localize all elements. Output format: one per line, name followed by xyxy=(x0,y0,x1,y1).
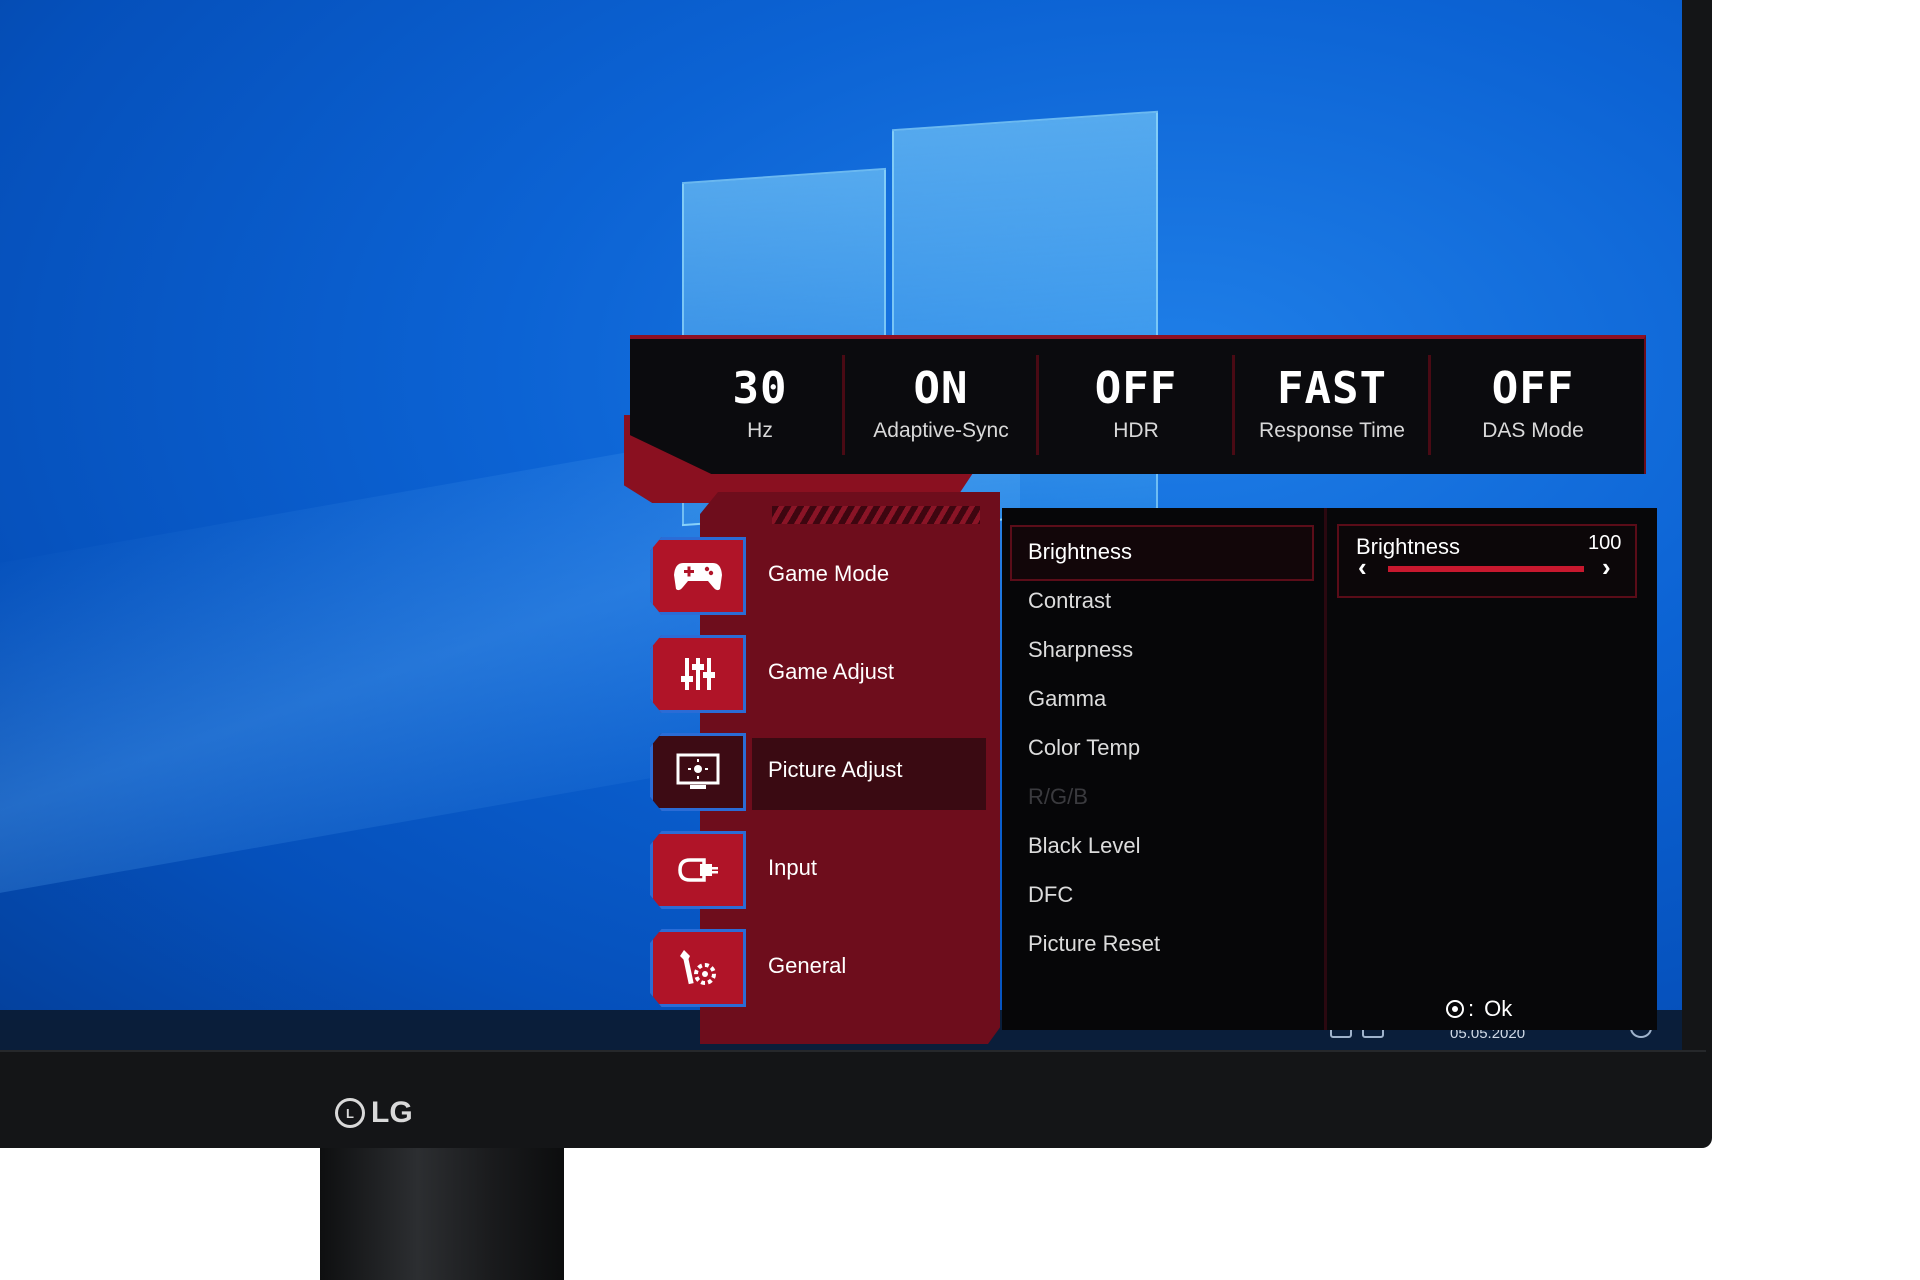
status-hdr: OFF HDR xyxy=(1036,355,1233,455)
status-label: Response Time xyxy=(1259,419,1405,442)
submenu-item-gamma[interactable]: Gamma xyxy=(1028,686,1106,712)
monitor-stand xyxy=(320,1148,564,1280)
slider-fill xyxy=(1388,566,1584,572)
status-value: ON xyxy=(913,363,969,414)
lg-logo: L LG xyxy=(335,1096,413,1130)
status-label: DAS Mode xyxy=(1482,419,1584,442)
status-label: Adaptive-Sync xyxy=(873,419,1009,442)
nav-item-label: Game Mode xyxy=(768,561,890,586)
sliders-icon xyxy=(650,635,746,713)
submenu-item-picture-reset[interactable]: Picture Reset xyxy=(1028,931,1160,957)
nav-hatch-decoration xyxy=(772,506,980,524)
nav-item-game-adjust[interactable]: Game Adjust xyxy=(650,635,990,713)
nav-item-label: General xyxy=(768,953,847,978)
status-adaptive-sync: ON Adaptive-Sync xyxy=(842,355,1037,455)
status-das-mode: OFF DAS Mode xyxy=(1428,355,1635,455)
status-refresh-rate: 30 Hz xyxy=(680,355,840,455)
gamepad-icon xyxy=(650,537,746,615)
submenu-item-black-level[interactable]: Black Level xyxy=(1028,833,1141,859)
input-icon xyxy=(650,831,746,909)
slider-title: Brightness xyxy=(1356,534,1460,559)
nav-item-label: Picture Adjust xyxy=(768,757,903,782)
ok-label: Ok xyxy=(1484,996,1513,1021)
wrench-gear-icon xyxy=(650,929,746,1007)
status-value: OFF xyxy=(1491,363,1575,414)
submenu-item-color-temp[interactable]: Color Temp xyxy=(1028,735,1140,761)
chevron-right-icon[interactable]: › xyxy=(1602,552,1611,583)
chevron-left-icon[interactable]: ‹ xyxy=(1358,552,1367,583)
nav-item-label: Game Adjust xyxy=(768,659,894,684)
submenu-item-rgb: R/G/B xyxy=(1028,784,1088,809)
lg-logo-mark: L xyxy=(335,1098,365,1128)
nav-item-input[interactable]: Input xyxy=(650,831,990,909)
status-value: OFF xyxy=(1094,363,1178,414)
status-label: HDR xyxy=(1113,419,1159,442)
submenu-item-sharpness[interactable]: Sharpness xyxy=(1028,637,1133,663)
status-value: 30 xyxy=(732,363,788,414)
brightness-slider[interactable] xyxy=(1388,566,1584,572)
submenu-item-contrast[interactable]: Contrast xyxy=(1028,588,1111,614)
status-response-time: FAST Response Time xyxy=(1232,355,1429,455)
submenu-item-brightness[interactable]: Brightness xyxy=(1028,539,1132,565)
submenu-item-dfc[interactable]: DFC xyxy=(1028,882,1073,908)
nav-item-picture-adjust[interactable]: Picture Adjust xyxy=(650,733,990,811)
ok-hint: : Ok xyxy=(1446,996,1512,1022)
bezel-edge xyxy=(0,1050,1706,1052)
ok-separator: : xyxy=(1468,996,1475,1021)
status-value: FAST xyxy=(1277,363,1387,414)
joystick-icon xyxy=(1446,1000,1464,1018)
picture-icon xyxy=(650,733,746,811)
status-label: Hz xyxy=(747,419,773,442)
nav-item-label: Input xyxy=(768,855,817,880)
nav-item-general[interactable]: General xyxy=(650,929,990,1007)
nav-item-game-mode[interactable]: Game Mode xyxy=(650,537,990,615)
lg-logo-text: LG xyxy=(371,1096,413,1129)
